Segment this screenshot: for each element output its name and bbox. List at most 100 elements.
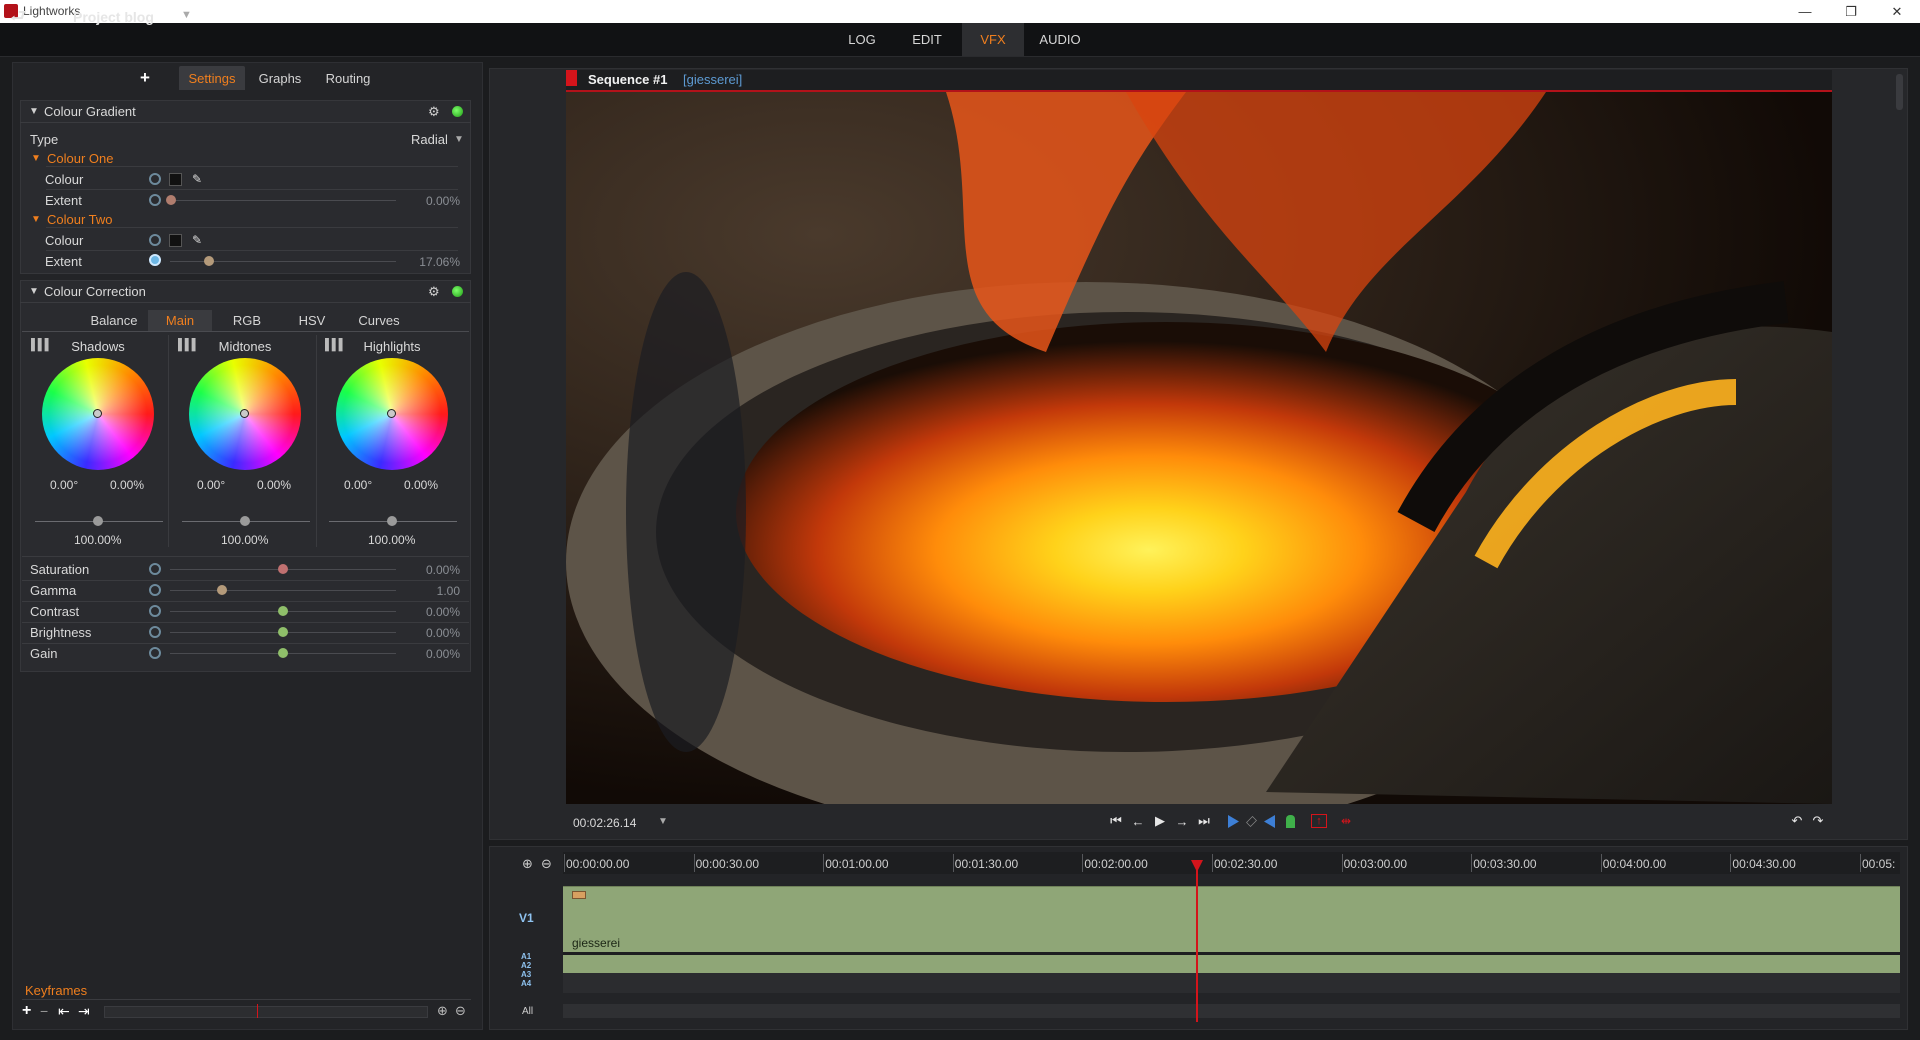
brightness-label: Brightness (30, 625, 92, 640)
prev-keyframe-button[interactable]: ⇤ (58, 1003, 70, 1020)
colour-two-triangle-icon[interactable]: ▼ (31, 214, 41, 225)
redo-button[interactable]: ↷ (1809, 812, 1827, 830)
exit-project-icon[interactable]: ⮐ (10, 7, 32, 25)
highlights-level-knob[interactable] (387, 516, 397, 526)
reset-icon[interactable] (149, 234, 161, 246)
tab-graphs[interactable]: Graphs (252, 66, 308, 90)
highlights-wheel-handle[interactable] (387, 409, 396, 418)
audio-clip[interactable] (563, 955, 1900, 973)
highlights-histogram-icon[interactable]: ▌▌▌ (325, 339, 346, 351)
remove-icon[interactable]: ⇹ (1336, 814, 1356, 828)
colour-two-picker-icon[interactable]: ✎ (192, 233, 202, 247)
divider (22, 643, 469, 644)
shadows-histogram-icon[interactable]: ▌▌▌ (31, 339, 52, 351)
correction-settings-gear-icon[interactable]: ⚙ (428, 284, 440, 300)
colour-two-swatch[interactable] (169, 234, 182, 247)
project-dropdown-icon[interactable]: ▼ (181, 9, 192, 21)
v1-clip[interactable] (563, 886, 1900, 953)
saturation-knob[interactable] (278, 564, 288, 574)
shadows-level-knob[interactable] (93, 516, 103, 526)
reset-icon[interactable] (149, 254, 161, 266)
timecode-dropdown-icon[interactable]: ▼ (658, 816, 668, 827)
reset-icon[interactable] (149, 563, 161, 575)
reset-icon[interactable] (149, 584, 161, 596)
track-label-v1[interactable]: V1 (519, 911, 534, 925)
brightness-knob[interactable] (278, 627, 288, 637)
colour-one-swatch[interactable] (169, 173, 182, 186)
tab-routing[interactable]: Routing (318, 66, 378, 90)
playhead[interactable] (1196, 866, 1198, 1022)
viewer-scrollbar[interactable] (1896, 74, 1903, 110)
remove-keyframe-button[interactable]: − (40, 1003, 48, 1019)
track-label-all[interactable]: All (522, 1006, 533, 1017)
track-label-a3[interactable]: A3 (521, 971, 531, 979)
reset-icon[interactable] (149, 194, 161, 206)
next-keyframe-button[interactable]: ⇥ (78, 1003, 90, 1020)
add-keyframe-button[interactable]: + (22, 1002, 31, 1020)
reset-icon[interactable] (149, 626, 161, 638)
collapse-gradient-icon[interactable]: ▼ (29, 106, 39, 117)
colour-one-extent-track[interactable] (170, 200, 396, 201)
zoom-in-icon[interactable]: ⊕ (437, 1003, 448, 1019)
all-tracks-bar[interactable] (563, 1004, 1900, 1018)
reset-icon[interactable] (149, 647, 161, 659)
tab-balance[interactable]: Balance (81, 310, 147, 331)
divider (316, 335, 317, 547)
go-to-end-button[interactable]: ⏭ (1194, 812, 1214, 830)
gamma-track[interactable] (170, 590, 396, 591)
lift-icon[interactable]: ↑ (1311, 814, 1327, 828)
colour-one-triangle-icon[interactable]: ▼ (31, 153, 41, 164)
shadows-wheel-handle[interactable] (93, 409, 102, 418)
zoom-out-icon[interactable]: ⊖ (455, 1003, 466, 1019)
minimize-button[interactable]: — (1782, 0, 1828, 23)
tab-settings[interactable]: Settings (179, 66, 245, 90)
tab-hsv[interactable]: HSV (287, 310, 337, 331)
room-tab-log[interactable]: LOG (837, 23, 887, 56)
colour-two-extent-knob[interactable] (204, 256, 214, 266)
track-label-a2[interactable]: A2 (521, 962, 531, 970)
add-cue-icon[interactable] (1286, 815, 1295, 828)
colour-one-extent-knob[interactable] (166, 195, 176, 205)
step-forward-button[interactable]: → (1172, 812, 1192, 830)
go-to-start-button[interactable]: ⏮ (1106, 812, 1126, 830)
project-title[interactable]: Project blog (73, 9, 154, 25)
type-select[interactable]: Radial (411, 132, 448, 147)
restore-button[interactable]: ❐ (1828, 0, 1874, 23)
colour-one-picker-icon[interactable]: ✎ (192, 172, 202, 186)
effect-marker-icon[interactable] (572, 891, 586, 899)
close-button[interactable]: ✕ (1874, 0, 1920, 23)
gamma-knob[interactable] (216, 585, 227, 595)
midtones-histogram-icon[interactable]: ▌▌▌ (178, 339, 199, 351)
contrast-knob[interactable] (278, 606, 288, 616)
reset-icon[interactable] (149, 605, 161, 617)
gain-knob[interactable] (278, 648, 288, 658)
gradient-enabled-led-icon[interactable] (452, 106, 463, 117)
room-tab-edit[interactable]: EDIT (902, 23, 952, 56)
undo-button[interactable]: ↶ (1788, 812, 1806, 830)
correction-enabled-led-icon[interactable] (452, 286, 463, 297)
midtones-wheel-handle[interactable] (240, 409, 249, 418)
midtones-level-knob[interactable] (240, 516, 250, 526)
track-label-a4[interactable]: A4 (521, 980, 531, 988)
collapse-correction-icon[interactable]: ▼ (29, 286, 39, 297)
tab-rgb[interactable]: RGB (222, 310, 272, 331)
video-frame[interactable] (566, 92, 1832, 804)
ruler-tick-label: 00:03:00.00 (1343, 857, 1407, 871)
add-effect-button[interactable]: + (137, 66, 153, 90)
room-tab-audio[interactable]: AUDIO (1034, 23, 1086, 56)
gradient-settings-gear-icon[interactable]: ⚙ (428, 104, 440, 120)
keyframe-track[interactable] (104, 1006, 428, 1018)
ruler-tick-label: 00:03:30.00 (1473, 857, 1537, 871)
play-button[interactable]: ▶ (1150, 812, 1170, 830)
track-label-a1[interactable]: A1 (521, 953, 531, 961)
timeline-zoom-in-icon[interactable]: ⊕ (522, 856, 533, 872)
reset-icon[interactable] (149, 173, 161, 185)
tab-curves[interactable]: Curves (349, 310, 409, 331)
divider (22, 622, 469, 623)
timeline-zoom-out-icon[interactable]: ⊖ (541, 856, 552, 872)
step-back-button[interactable]: ← (1128, 812, 1148, 830)
room-tab-vfx[interactable]: VFX (962, 23, 1024, 56)
type-dropdown-icon[interactable]: ▼ (454, 134, 464, 145)
timecode-readout[interactable]: 00:02:26.14 (573, 816, 636, 830)
tab-main[interactable]: Main (148, 310, 212, 331)
